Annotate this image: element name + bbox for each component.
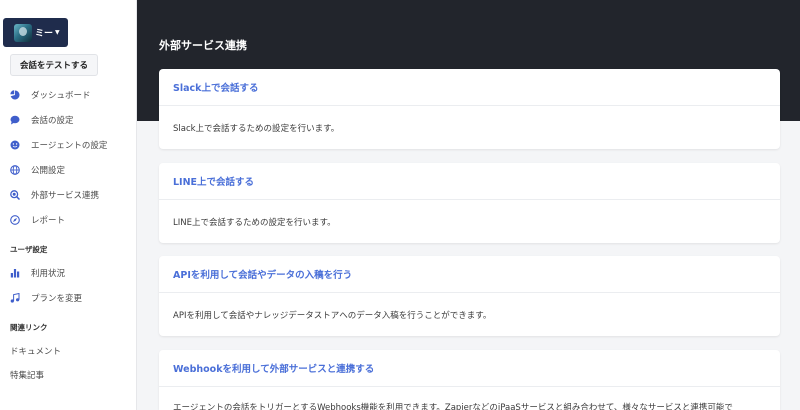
music-note-icon [10,293,20,303]
user-menu-button[interactable]: ミー ▼ [3,18,68,47]
card-description: APIを利用して会話やナレッジデータストアへのデータ入稿を行うことができます。 [173,310,492,321]
page-title: 外部サービス連携 [159,39,247,52]
sidebar-item-external-services[interactable]: 外部サービス連携 [0,186,136,204]
chat-bubble-icon [10,115,20,125]
user-name: ミー [35,29,54,39]
card-header[interactable]: LINE上で会話する [159,163,780,200]
card-webhook: Webhookを利用して外部サービスと連携する エージェントの会話をトリガーとす… [159,350,780,410]
card-header[interactable]: Webhookを利用して外部サービスと連携する [159,350,780,387]
avatar [14,23,32,42]
card-title[interactable]: APIを利用して会話やデータの入稿を行う [173,267,352,281]
card-title[interactable]: LINE上で会話する [173,174,254,188]
card-api: APIを利用して会話やデータの入稿を行う APIを利用して会話やナレッジデータス… [159,256,780,336]
sidebar-item-usage[interactable]: 利用状況 [0,264,136,282]
link-featured-articles[interactable]: 特集記事 [10,369,44,381]
card-body: LINE上で会話するための設定を行います。 [159,200,780,243]
card-title[interactable]: Slack上で会話する [173,80,258,94]
pie-chart-icon [10,90,20,100]
link-documents[interactable]: ドキュメント [10,345,61,357]
sidebar-item-label: 外部サービス連携 [31,191,100,201]
card-body: Slack上で会話するための設定を行います。 [159,106,780,149]
link-search-icon [10,190,20,200]
test-conversation-button[interactable]: 会話をテストする [10,54,98,76]
card-header[interactable]: APIを利用して会話やデータの入稿を行う [159,256,780,293]
compass-icon [10,215,20,225]
card-description: エージェントの会話をトリガーとするWebhooks機能を利用できます。Zapie… [173,403,733,410]
sidebar-item-label: ダッシュボード [31,91,91,101]
bar-chart-icon [10,268,20,278]
sidebar-item-change-plan[interactable]: プランを変更 [0,289,136,307]
smiley-icon [10,140,20,150]
sidebar-item-label: 公開設定 [31,166,66,176]
sidebar: ミー ▼ 会話をテストする ダッシュボード 会話の設定 エージェントの設定 公開… [0,0,137,410]
sidebar-item-report[interactable]: レポート [0,211,136,229]
card-description: LINE上で会話するための設定を行います。 [173,217,336,228]
card-header[interactable]: Slack上で会話する [159,69,780,106]
sidebar-item-label: 会話の設定 [31,116,74,126]
card-body: エージェントの会話をトリガーとするWebhooks機能を利用できます。Zapie… [159,387,780,410]
card-body: APIを利用して会話やナレッジデータストアへのデータ入稿を行うことができます。 [159,293,780,336]
sidebar-item-label: 利用状況 [31,269,66,279]
sidebar-item-publish-settings[interactable]: 公開設定 [0,161,136,179]
sidebar-item-label: プランを変更 [31,294,83,304]
card-slack: Slack上で会話する Slack上で会話するための設定を行います。 [159,69,780,149]
section-label-user-settings: ユーザ設定 [10,245,48,254]
card-title[interactable]: Webhookを利用して外部サービスと連携する [173,361,374,375]
chevron-down-icon: ▼ [55,29,60,36]
sidebar-item-dashboard[interactable]: ダッシュボード [0,86,136,104]
sidebar-item-agent-settings[interactable]: エージェントの設定 [0,136,136,154]
card-line: LINE上で会話する LINE上で会話するための設定を行います。 [159,163,780,243]
sidebar-item-label: レポート [31,216,66,226]
sidebar-item-conversation-settings[interactable]: 会話の設定 [0,111,136,129]
sidebar-item-label: エージェントの設定 [31,141,108,151]
section-label-related-links: 関連リンク [10,323,48,332]
card-description: Slack上で会話するための設定を行います。 [173,123,340,134]
globe-icon [10,165,20,175]
